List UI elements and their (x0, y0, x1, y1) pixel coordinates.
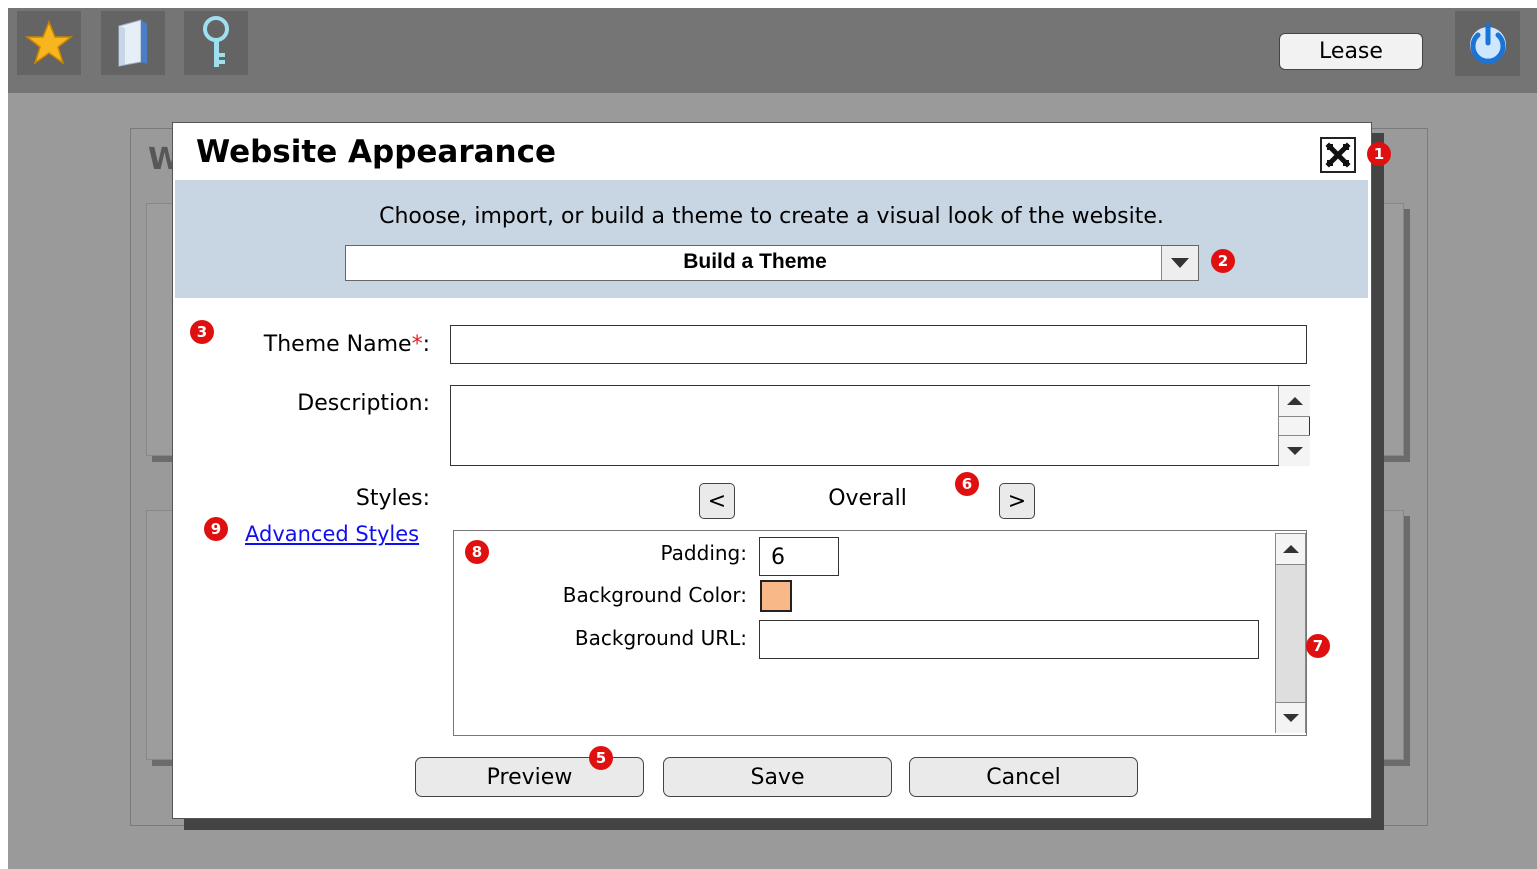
cancel-button[interactable]: Cancel (909, 757, 1138, 797)
annotation-badge: 3 (190, 320, 214, 344)
annotation-badge: 6 (955, 472, 979, 496)
pages-button[interactable] (101, 11, 165, 75)
theme-name-input[interactable] (450, 325, 1307, 364)
scroll-up-button[interactable] (1279, 386, 1310, 417)
star-icon (25, 19, 73, 65)
power-icon (1469, 22, 1506, 64)
scroll-down-button[interactable] (1279, 435, 1310, 466)
annotation-badge: 5 (589, 746, 613, 770)
styles-next-button[interactable]: > (999, 483, 1035, 519)
dialog-title: Website Appearance (196, 134, 557, 170)
chevron-up-icon (1282, 545, 1299, 553)
annotation-badge: 8 (465, 540, 489, 564)
key-icon (203, 16, 229, 67)
background-color-label: Background Color: (562, 583, 747, 607)
theme-mode-select-value: Build a Theme (683, 250, 827, 273)
annotation-badge: 9 (204, 517, 228, 541)
save-button[interactable]: Save (663, 757, 892, 797)
styles-label: Styles: (355, 486, 430, 511)
chevron-down-icon (1286, 447, 1303, 455)
advanced-styles-link[interactable]: Advanced Styles (245, 522, 419, 546)
styles-section-title: Overall (828, 486, 907, 511)
chevron-down-icon (1171, 258, 1189, 268)
background-url-input[interactable] (759, 620, 1259, 659)
scroll-down-button[interactable] (1276, 702, 1305, 733)
background-color-swatch[interactable] (760, 580, 792, 612)
chevron-down-icon (1282, 714, 1299, 722)
required-marker: * (411, 332, 423, 357)
close-button[interactable] (1320, 137, 1356, 173)
lease-button[interactable]: Lease (1279, 33, 1423, 70)
annotation-badge: 7 (1306, 634, 1330, 658)
theme-name-label: Theme Name*: (263, 332, 430, 357)
scroll-up-button[interactable] (1276, 534, 1305, 565)
access-button[interactable] (184, 11, 248, 75)
styles-scrollbar[interactable] (1275, 533, 1306, 733)
book-icon (118, 19, 147, 67)
description-textarea[interactable] (450, 385, 1310, 466)
annotation-badge: 1 (1367, 142, 1391, 166)
description-label: Description: (297, 391, 430, 416)
power-button[interactable] (1455, 11, 1520, 76)
annotation-badge: 2 (1211, 249, 1235, 273)
padding-input[interactable]: 6 (759, 537, 839, 576)
styles-prev-button[interactable]: < (699, 483, 735, 519)
chevron-up-icon (1286, 397, 1303, 405)
padding-label: Padding: (660, 541, 747, 565)
theme-mode-dropdown-toggle[interactable] (1161, 246, 1198, 280)
favorites-button[interactable] (17, 11, 81, 75)
theme-instruction: Choose, import, or build a theme to crea… (379, 204, 1164, 229)
close-icon (1325, 142, 1351, 168)
description-scrollbar[interactable] (1278, 386, 1310, 466)
background-url-label: Background URL: (574, 626, 747, 650)
